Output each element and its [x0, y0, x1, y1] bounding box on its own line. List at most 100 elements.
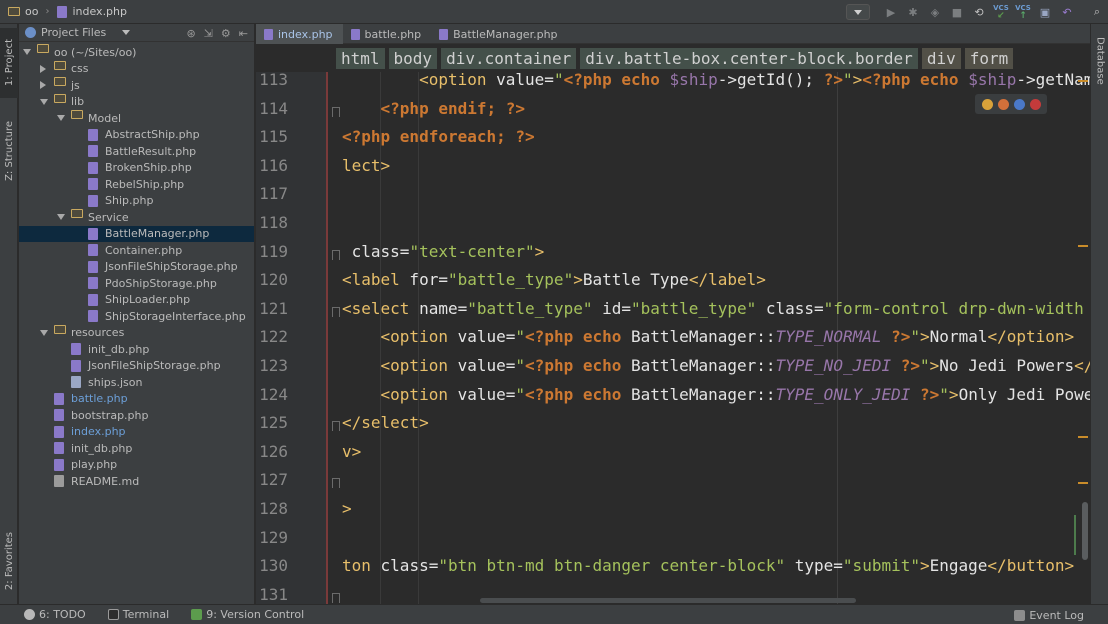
nav-project-name: oo [25, 5, 39, 18]
project-view-selector[interactable]: Project Files [41, 26, 106, 39]
vcs-change-marker[interactable] [326, 72, 328, 604]
tree-item-label: ShipStorageInterface.php [105, 309, 246, 323]
collapse-arrow-icon[interactable] [40, 81, 46, 90]
run-icon[interactable]: ▶ [880, 0, 902, 24]
tree-file[interactable]: ships.json [19, 374, 254, 391]
tree-file[interactable]: play.php [19, 457, 254, 474]
fold-marker-icon[interactable] [332, 306, 340, 317]
coverage-icon[interactable]: ◈ [924, 0, 946, 24]
collapse-all-icon[interactable]: ⇲ [204, 27, 213, 40]
tree-folder[interactable]: css [19, 60, 254, 78]
tree-file[interactable]: bootstrap.php [19, 407, 254, 424]
todo-tool-button[interactable]: 6: TODO [24, 608, 86, 621]
tree-folder[interactable]: js [19, 77, 254, 94]
expand-arrow-icon[interactable] [40, 329, 48, 336]
favorites-tool-tab[interactable]: 2: Favorites [0, 522, 18, 600]
run-config-dropdown[interactable] [846, 4, 870, 20]
tree-file[interactable]: BrokenShip.php [19, 160, 254, 177]
hide-panel-icon[interactable]: ⇤ [239, 27, 248, 40]
expand-arrow-icon[interactable] [57, 214, 65, 221]
error-stripe-marker[interactable] [1078, 482, 1088, 484]
horizontal-scrollbar[interactable] [480, 598, 856, 603]
expand-arrow-icon[interactable] [57, 115, 65, 122]
collapse-arrow-icon[interactable] [40, 64, 46, 73]
tree-file[interactable]: Container.php [19, 242, 254, 259]
fold-marker-icon[interactable] [332, 421, 340, 432]
tree-folder[interactable]: resources [19, 324, 254, 342]
tree-file[interactable]: init_db.php [19, 341, 254, 358]
breadcrumb-tag[interactable]: div.container [441, 48, 577, 69]
favorites-tool-tab-label: 2: Favorites [3, 531, 15, 591]
gear-icon[interactable]: ⚙ [221, 27, 231, 40]
tree-item-label: BrokenShip.php [105, 161, 192, 175]
chrome-icon[interactable] [981, 98, 993, 110]
fold-marker-icon[interactable] [332, 592, 340, 603]
vertical-scrollbar[interactable] [1082, 502, 1088, 560]
tree-folder[interactable]: oo (~/Sites/oo) [19, 44, 254, 61]
nav-project-crumb[interactable]: oo › [0, 0, 49, 24]
tree-file[interactable]: ShipStorageInterface.php [19, 308, 254, 325]
stop-icon[interactable]: ■ [946, 0, 968, 24]
project-tool-tab[interactable]: 1: Project [0, 28, 18, 98]
database-tool-tab[interactable]: Database [1091, 28, 1108, 94]
breadcrumb-tag[interactable]: html [336, 48, 385, 69]
tree-file[interactable]: index.php [19, 424, 254, 441]
breadcrumb-tag[interactable]: body [388, 48, 438, 69]
code-editor[interactable]: 113 114 115 116 117 118 119 120 121 122 123 124 125 1… [256, 72, 1090, 604]
tree-file[interactable]: BattleManager.php [19, 225, 254, 242]
line-number: 117 [259, 184, 288, 204]
tree-folder[interactable]: lib [19, 93, 254, 111]
expand-arrow-icon[interactable] [40, 98, 48, 105]
chevron-down-icon[interactable] [122, 30, 131, 35]
error-stripe-marker[interactable] [1078, 436, 1088, 438]
tree-file[interactable]: PdoShipStorage.php [19, 275, 254, 292]
opera-icon[interactable] [1029, 98, 1041, 110]
code-line: <select name="battle_type" id="battle_ty… [342, 298, 1090, 318]
editor-tab[interactable]: BattleManager.php [431, 24, 567, 44]
undo-icon[interactable]: ↶ [1056, 0, 1078, 24]
fold-marker-icon[interactable] [332, 249, 340, 260]
tree-folder[interactable]: Service [19, 209, 254, 226]
tree-file[interactable]: RebelShip.php [19, 176, 254, 193]
debug-icon[interactable]: ✱ [902, 0, 924, 24]
scroll-from-source-icon[interactable]: ⊛ [186, 27, 195, 40]
error-stripe-marker[interactable] [1078, 245, 1088, 247]
search-icon[interactable]: ⌕ [1086, 0, 1108, 24]
tree-file[interactable]: battle.php [19, 391, 254, 408]
sync-icon[interactable]: ⟲ [968, 0, 990, 24]
tree-file[interactable]: JsonFileShipStorage.php [19, 259, 254, 276]
tree-file[interactable]: ShipLoader.php [19, 292, 254, 309]
fold-marker-icon[interactable] [332, 106, 340, 117]
vcs-update-icon[interactable]: VCS ↙ [990, 0, 1012, 24]
event-log-button[interactable]: Event Log [1014, 605, 1084, 624]
terminal-tool-button[interactable]: Terminal [107, 608, 169, 621]
breadcrumb-tag[interactable]: form [964, 48, 1014, 69]
tree-file[interactable]: JsonFileShipStorage.php [19, 358, 254, 375]
line-number: 114 [259, 98, 288, 118]
tree-file[interactable]: AbstractShip.php [19, 127, 254, 144]
tree-file[interactable]: init_db.php [19, 440, 254, 457]
nav-file-crumb[interactable]: index.php [49, 0, 127, 24]
tree-folder[interactable]: Model [19, 110, 254, 127]
expand-arrow-icon[interactable] [23, 49, 31, 56]
editor-tab[interactable]: battle.php [343, 24, 432, 44]
firefox-icon[interactable] [997, 98, 1009, 110]
version-control-tool-button[interactable]: 9: Version Control [191, 608, 304, 621]
tree-item-label: JsonFileShipStorage.php [88, 359, 221, 373]
vcs-commit-icon[interactable]: VCS ↑ [1012, 0, 1034, 24]
structure-tool-tab[interactable]: Z: Structure [0, 110, 18, 192]
breadcrumb-tag[interactable]: div [921, 48, 961, 69]
editor-tab[interactable]: index.php [256, 24, 343, 44]
error-stripe-marker[interactable] [1078, 80, 1088, 82]
php-file-icon [88, 293, 98, 306]
safari-icon[interactable] [1013, 98, 1025, 110]
tree-file[interactable]: README.md [19, 473, 254, 490]
editor-tab-label: BattleManager.php [453, 27, 558, 41]
tree-file[interactable]: Ship.php [19, 193, 254, 210]
project-panel-header: Project Files ⊛ ⇲ ⚙ ⇤ [19, 24, 254, 42]
breadcrumb-tag[interactable]: div.battle-box.center-block.border [580, 48, 918, 69]
settings-icon[interactable]: ▣ [1034, 0, 1056, 24]
todo-label: 6: TODO [39, 608, 86, 621]
tree-file[interactable]: BattleResult.php [19, 143, 254, 160]
fold-marker-icon[interactable] [332, 478, 340, 489]
